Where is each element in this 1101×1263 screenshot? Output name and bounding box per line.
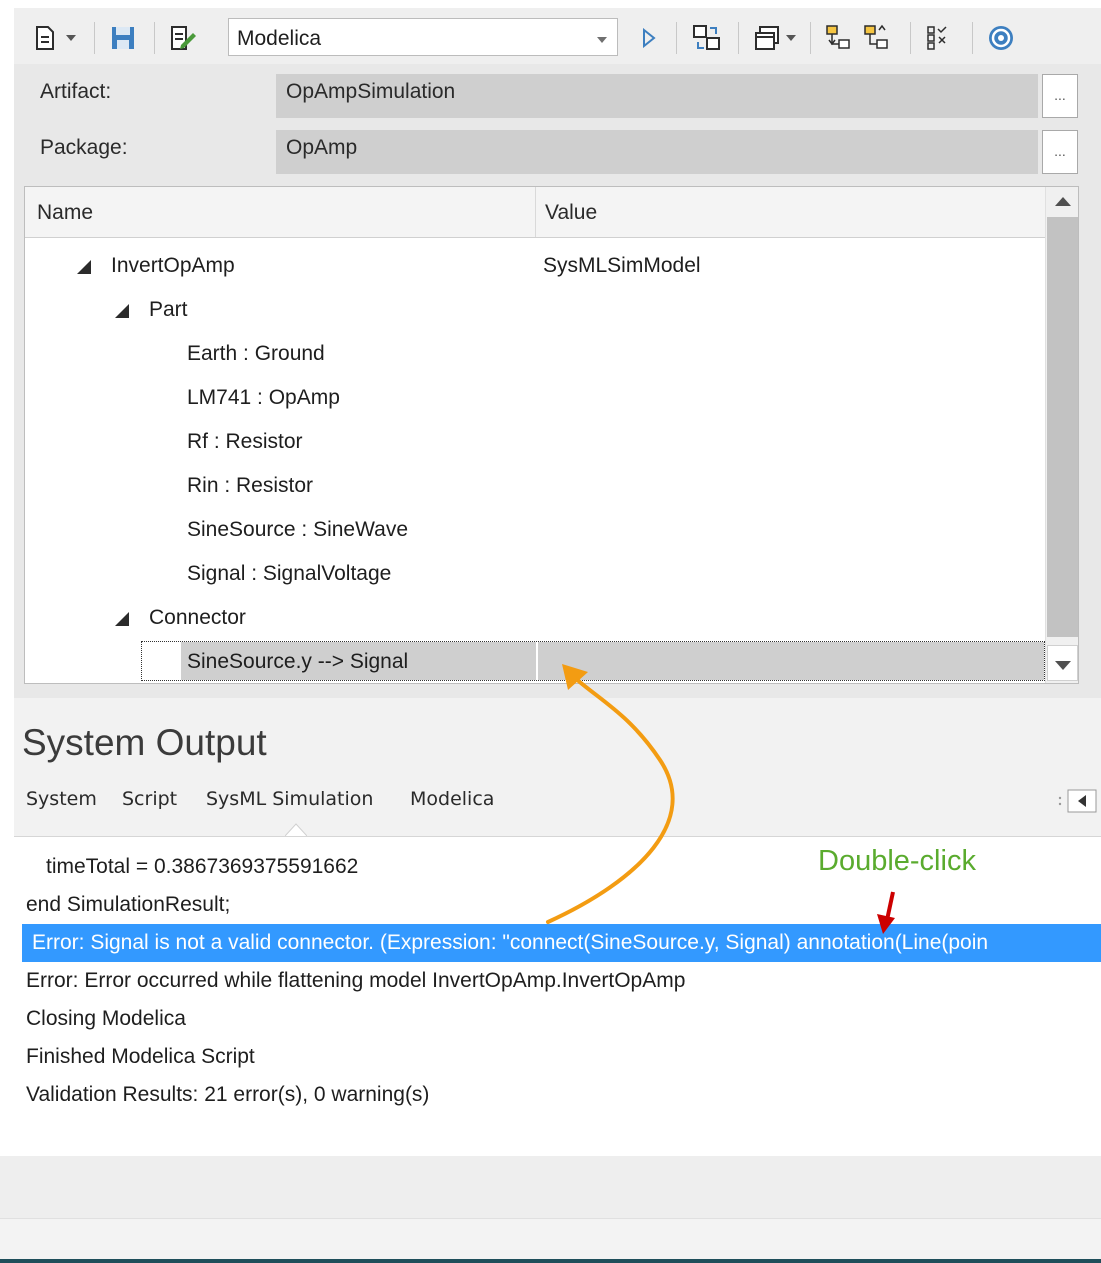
artifact-label: Artifact: <box>40 80 112 103</box>
log-line-text: Error: Signal is not a valid connector. … <box>32 931 989 954</box>
validate-icon[interactable] <box>922 22 956 54</box>
artifact-browse-button[interactable]: ... <box>1042 74 1078 118</box>
save-icon[interactable] <box>108 22 138 54</box>
row-name: SineSource.y --> Signal <box>187 650 409 673</box>
row-name: LM741 : OpAmp <box>187 386 340 409</box>
tree-row[interactable]: Rf : Resistor <box>25 420 1045 464</box>
package-label: Package: <box>40 136 128 159</box>
package-value: OpAmp <box>286 136 358 159</box>
edit-check-icon[interactable] <box>166 22 200 54</box>
scrollbar-thumb[interactable] <box>1047 217 1078 637</box>
window-icon[interactable] <box>752 22 782 54</box>
annotation-label: Double-click <box>818 845 976 877</box>
log-line[interactable]: Finished Modelica Script <box>26 1045 255 1069</box>
toolbar: Modelica <box>14 8 1101 64</box>
artifact-value: OpAmpSimulation <box>286 80 456 103</box>
help-icon[interactable] <box>984 22 1018 54</box>
row-name: Part <box>149 298 188 321</box>
bottom-bar <box>0 1218 1101 1261</box>
status-area <box>0 1156 1101 1218</box>
scroll-up-icon[interactable] <box>1055 197 1071 206</box>
expanded-caret-icon[interactable] <box>77 260 91 274</box>
tab-modelica[interactable]: Modelica <box>410 788 494 810</box>
column-header-value[interactable]: Value <box>545 201 597 225</box>
log-line-selected[interactable]: Error: Signal is not a valid connector. … <box>22 924 1101 962</box>
language-select-value: Modelica <box>237 27 322 50</box>
row-name: Signal : SignalVoltage <box>187 562 392 585</box>
tree-row[interactable]: Earth : Ground <box>25 332 1045 376</box>
run-icon[interactable] <box>638 22 660 54</box>
row-name: InvertOpAmp <box>111 254 235 277</box>
chevron-down-icon <box>597 37 607 43</box>
artifact-field[interactable]: OpAmpSimulation <box>276 74 1038 118</box>
row-name: Rin : Resistor <box>187 474 314 497</box>
row-name: Connector <box>149 606 246 629</box>
expanded-caret-icon[interactable] <box>115 612 129 626</box>
vertical-scrollbar[interactable] <box>1045 187 1078 683</box>
tab-script[interactable]: Script <box>122 788 177 810</box>
tree-up-icon[interactable] <box>860 22 894 54</box>
tree-row-selected[interactable]: SineSource.y --> Signal <box>25 640 1045 683</box>
row-name: Earth : Ground <box>187 342 325 365</box>
generate-icon[interactable] <box>690 22 724 54</box>
tree-row[interactable]: LM741 : OpAmp <box>25 376 1045 420</box>
log-line[interactable]: end SimulationResult; <box>26 893 230 917</box>
property-grid: Name Value InvertOpAmp SysMLSimModel Par… <box>24 186 1079 684</box>
package-browse-button[interactable]: ... <box>1042 130 1078 174</box>
tree-row[interactable]: InvertOpAmp SysMLSimModel <box>25 244 1045 288</box>
dropdown-arrow-icon[interactable] <box>784 22 798 54</box>
output-log <box>14 836 1101 1157</box>
active-tab-indicator <box>285 823 307 836</box>
expanded-caret-icon[interactable] <box>115 304 129 318</box>
bottom-border <box>0 1259 1101 1263</box>
column-header-name[interactable]: Name <box>37 201 93 225</box>
tree-row[interactable]: Signal : SignalVoltage <box>25 552 1045 596</box>
dropdown-arrow-icon[interactable] <box>64 22 78 54</box>
row-name: Rf : Resistor <box>187 430 303 453</box>
tab-system[interactable]: System <box>26 788 97 810</box>
tree-row[interactable]: Part <box>25 288 1045 332</box>
tree-row[interactable]: Connector <box>25 596 1045 640</box>
log-line[interactable]: Error: Error occurred while flattening m… <box>26 969 685 993</box>
language-select[interactable]: Modelica <box>228 18 618 56</box>
new-document-icon[interactable] <box>30 22 60 54</box>
tree-row[interactable]: SineSource : SineWave <box>25 508 1045 552</box>
tab-scroll-control[interactable] <box>1056 788 1098 814</box>
panel-title: System Output <box>22 722 267 763</box>
tree-row[interactable]: Rin : Resistor <box>25 464 1045 508</box>
grid-header: Name Value <box>25 187 1045 238</box>
tab-sysml-simulation[interactable]: SysML Simulation <box>206 788 373 810</box>
package-field[interactable]: OpAmp <box>276 130 1038 174</box>
row-value: SysMLSimModel <box>543 254 701 277</box>
scroll-down-icon[interactable] <box>1055 661 1071 670</box>
tree-down-icon[interactable] <box>822 22 856 54</box>
row-name: SineSource : SineWave <box>187 518 409 541</box>
log-line[interactable]: Validation Results: 21 error(s), 0 warni… <box>26 1083 429 1107</box>
log-line[interactable]: timeTotal = 0.3867369375591662 <box>46 855 358 879</box>
log-line[interactable]: Closing Modelica <box>26 1007 186 1031</box>
